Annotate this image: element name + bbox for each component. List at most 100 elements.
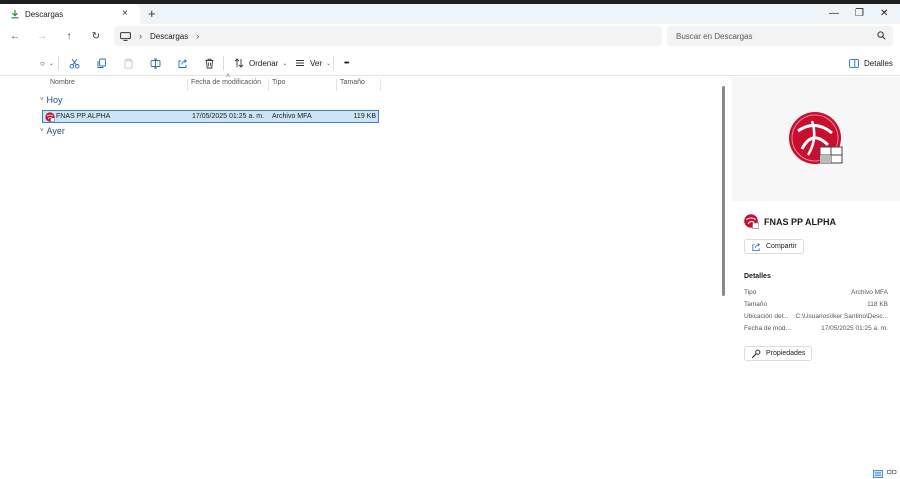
share-button-details[interactable]: Compartir [744,239,804,254]
delete-button[interactable] [204,57,215,69]
back-button[interactable]: ← [8,29,22,43]
trash-icon [205,58,214,68]
paste-icon [124,58,133,69]
file-size: 119 KB [353,113,376,120]
property-value: 118 KB [867,301,888,308]
chevron-down-icon: ⌄ [282,60,288,67]
close-window-button[interactable]: ✕ [880,7,888,21]
group-header-hoy[interactable]: ˅ Hoy [40,95,63,105]
command-bar: ○ ⌄ Ordenar ⌄ Ver ⌄ ••• Detalles [0,50,900,76]
address-bar[interactable]: › Descargas › [114,26,662,46]
chevron-down-icon: ⌄ [326,60,332,67]
breadcrumb-separator-end[interactable]: › [196,31,199,41]
toolbar-divider [223,56,224,70]
share-icon [752,242,761,251]
toolbar-divider [333,56,334,70]
property-value: Archivo MFA [851,289,888,296]
breadcrumb-descargas[interactable]: Descargas [150,32,188,41]
maximize-button[interactable]: ❐ [855,7,864,21]
paste-button[interactable] [123,57,134,69]
tab-label: Descargas [25,9,64,19]
breadcrumb-separator: › [139,31,142,41]
scissors-icon [69,58,80,69]
table-row[interactable]: FNAS PP ALPHA 17/05/2025 01:25 a. m. Arc… [42,110,379,123]
share-label: Compartir [766,243,797,250]
mfa-file-icon [744,214,759,229]
download-icon [11,10,19,19]
details-pane-button[interactable]: Detalles [849,57,893,69]
group-label: Hoy [46,95,63,105]
computer-icon [120,31,131,41]
view-label: Ver [310,58,323,68]
toolbar-divider [58,56,59,70]
share-button[interactable] [177,57,188,69]
rename-icon [150,58,161,68]
property-value: C:\Usuarios\Iker Santino\Desc... [795,313,888,320]
refresh-button[interactable]: ↻ [89,29,103,43]
chevron-down-icon: ⌄ [48,60,54,67]
property-row: Ubicación del... C:\Usuarios\Iker Santin… [744,313,888,323]
mfa-file-large-icon [789,112,843,164]
tab-descargas[interactable]: Descargas × [0,4,140,24]
new-tab-button[interactable]: + [148,6,156,22]
copy-button[interactable] [96,57,107,69]
view-button[interactable]: Ver ⌄ [295,57,331,69]
sort-icon [234,58,244,68]
title-bar: Descargas × + — ❐ ✕ [0,4,900,24]
details-view-icon[interactable] [873,470,883,478]
cut-button[interactable] [69,57,80,69]
new-item-partial-icon: ○ [40,58,45,68]
details-pane-icon [849,58,859,68]
property-row: Fecha de mod... 17/05/2025 01:25 a. m. [744,325,888,335]
properties-button[interactable]: Propiedades [744,346,813,361]
property-key: Tamaño [744,301,768,308]
file-type: Archivo MFA [272,113,312,120]
mfa-file-icon [45,112,55,122]
property-row: Tamaño 118 KB [744,301,888,311]
sort-label: Ordenar [249,58,279,68]
column-header-modified[interactable]: Fecha de modificación [187,79,261,91]
file-list: ˄ Nombre Fecha de modificación Tipo Tama… [0,73,732,470]
chevron-down-icon: ˅ [40,128,44,134]
new-item-button[interactable]: ○ ⌄ [40,57,54,69]
navigation-bar: ← → ↑ ↻ › Descargas › [0,24,900,48]
more-options-button[interactable]: ••• [344,57,349,69]
view-icon [296,60,304,66]
search-input[interactable] [676,31,871,41]
group-header-ayer[interactable]: ˅ Ayer [40,126,65,136]
group-label: Ayer [46,126,65,136]
status-bar [0,470,900,479]
details-pane: FNAS PP ALPHA Compartir Detalles Tipo Ar… [732,77,900,470]
details-label: Detalles [864,58,893,68]
details-section-title: Detalles [744,273,771,280]
minimize-button[interactable]: — [829,7,839,21]
properties-label: Propiedades [766,350,806,357]
file-modified: 17/05/2025 01:25 a. m. [192,113,264,120]
copy-icon [97,58,106,68]
file-preview [732,77,900,201]
column-header-name[interactable]: Nombre [47,79,75,91]
search-icon [877,31,886,40]
close-tab-icon[interactable]: × [122,8,128,20]
large-icons-view-icon[interactable] [887,470,897,478]
search-box[interactable] [667,26,893,46]
sort-button[interactable]: Ordenar ⌄ [234,57,287,69]
property-value: 17/05/2025 01:25 a. m. [821,325,888,332]
column-header-end [380,79,381,91]
rename-button[interactable] [150,57,161,69]
file-name: FNAS PP ALPHA [56,113,111,120]
details-file-name: FNAS PP ALPHA [764,216,837,227]
column-header-type[interactable]: Tipo [268,79,285,91]
property-key: Fecha de mod... [744,325,791,332]
vertical-scrollbar[interactable] [722,86,725,296]
property-key: Ubicación del... [744,313,789,320]
property-key: Tipo [744,289,757,296]
up-button[interactable]: ↑ [62,29,76,43]
property-row: Tipo Archivo MFA [744,289,888,299]
column-header-size[interactable]: Tamaño [336,79,365,91]
share-icon [178,58,188,68]
chevron-down-icon: ˅ [40,97,44,103]
details-title: FNAS PP ALPHA [744,214,836,229]
wrench-icon [751,349,761,358]
forward-button[interactable]: → [35,29,49,43]
